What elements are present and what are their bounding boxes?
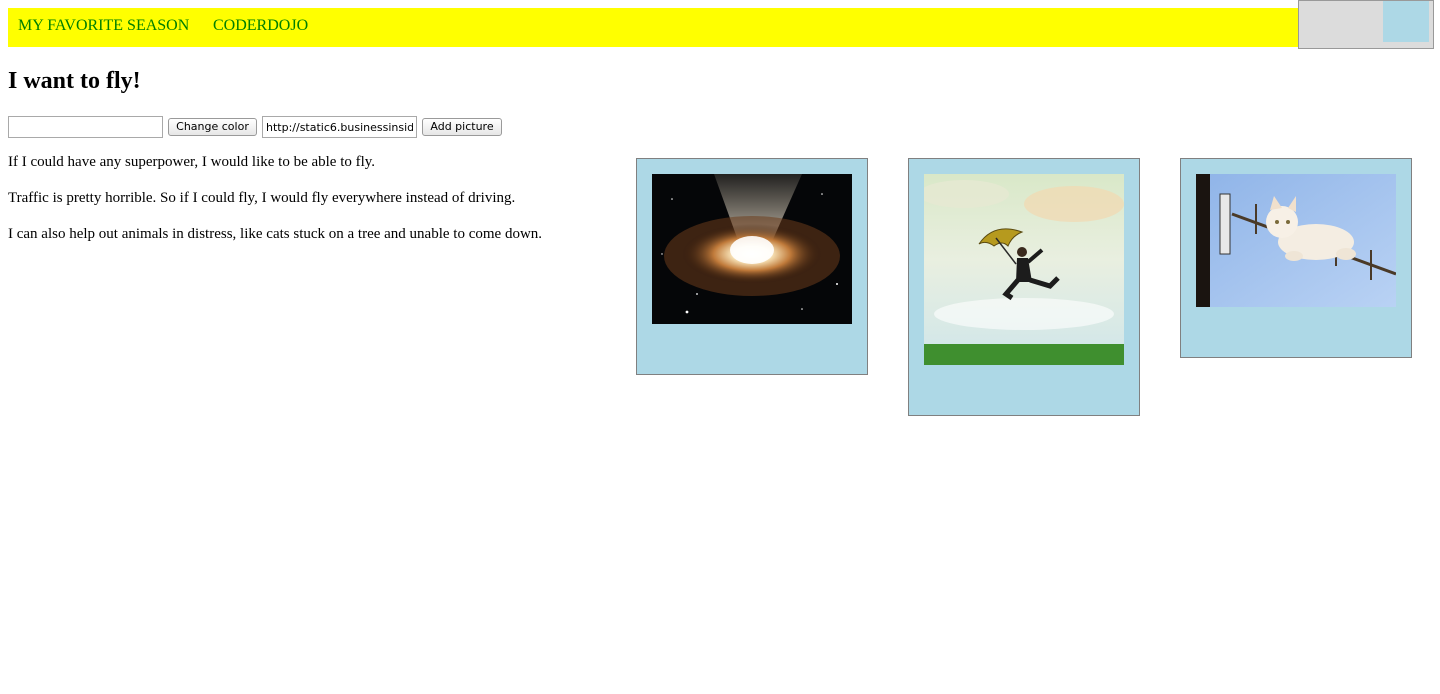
color-input[interactable] [8, 116, 163, 138]
page-title: I want to fly! [8, 68, 141, 94]
galaxy-image [652, 174, 852, 324]
color-swatch [1383, 1, 1429, 42]
corner-color-widget [1298, 0, 1434, 49]
flying-man-umbrella-image [924, 174, 1124, 365]
add-picture-button[interactable]: Add picture [422, 118, 502, 136]
nav-link-my-favorite-season[interactable]: MY FAVORITE SEASON [18, 17, 189, 35]
picture-frame-2 [908, 158, 1140, 416]
top-navbar: MY FAVORITE SEASON CODERDOJO [8, 8, 1298, 47]
picture-frame-1 [636, 158, 868, 375]
cat-on-antenna-image [1196, 174, 1396, 307]
paragraph-animals: I can also help out animals in distress,… [8, 226, 543, 242]
paragraph-superpower: If I could have any superpower, I would … [8, 154, 376, 170]
change-color-button[interactable]: Change color [168, 118, 257, 136]
paragraph-traffic: Traffic is pretty horrible. So if I coul… [8, 190, 516, 206]
nav-link-coderdojo[interactable]: CODERDOJO [213, 17, 308, 35]
picture-frame-3 [1180, 158, 1412, 358]
picture-url-input[interactable] [262, 116, 417, 138]
